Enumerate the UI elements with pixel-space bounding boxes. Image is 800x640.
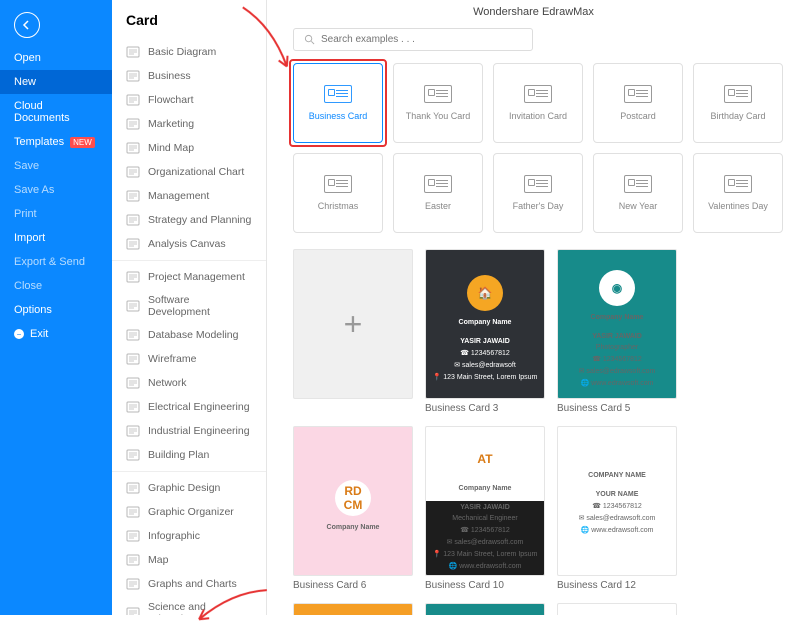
search-input[interactable] [321, 34, 522, 45]
category-item-business[interactable]: Business [112, 64, 266, 88]
card-icon [324, 175, 352, 193]
template-business-card-13[interactable]: Company NameBusiness Card 13 [293, 603, 413, 615]
category-title: Card [112, 0, 266, 36]
card-icon [724, 85, 752, 103]
category-item-graphic-organizer[interactable]: Graphic Organizer [112, 500, 266, 524]
sidebar-item-exit[interactable]: −Exit [0, 322, 112, 346]
card-type-grid: Business CardThank You CardInvitation Ca… [293, 63, 800, 233]
category-item-infographic[interactable]: Infographic [112, 524, 266, 548]
template-label: Business Card 3 [425, 399, 545, 414]
category-item-basic-diagram[interactable]: Basic Diagram [112, 40, 266, 64]
type-card-easter[interactable]: Easter [393, 153, 483, 233]
category-item-strategy-and-planning[interactable]: Strategy and Planning [112, 208, 266, 232]
new-badge: NEW [70, 137, 95, 148]
card-icon [724, 175, 752, 193]
card-icon [524, 85, 552, 103]
main-content: Wondershare EdrawMax Business CardThank … [267, 0, 800, 615]
template-business-card-5[interactable]: ◉Company NameYASIR JAWAIDPhotographer☎ 1… [557, 249, 677, 414]
type-card-new-year[interactable]: New Year [593, 153, 683, 233]
category-item-mind-map[interactable]: Mind Map [112, 136, 266, 160]
category-item-network[interactable]: Network [112, 371, 266, 395]
category-item-database-modeling[interactable]: Database Modeling [112, 323, 266, 347]
type-card-postcard[interactable]: Postcard [593, 63, 683, 143]
category-item-building-plan[interactable]: Building Plan [112, 443, 266, 467]
template-label: Business Card 10 [425, 576, 545, 591]
category-item-graphs-and-charts[interactable]: Graphs and Charts [112, 572, 266, 596]
category-item-software-development[interactable]: Software Development [112, 289, 266, 323]
sidebar-item-open[interactable]: Open [0, 46, 112, 70]
template-business-card-10[interactable]: ATCompany NameYASIR JAWAIDMechanical Eng… [425, 426, 545, 591]
type-card-business-card[interactable]: Business Card [293, 63, 383, 143]
category-item-graphic-design[interactable]: Graphic Design [112, 476, 266, 500]
type-card-valentines-day[interactable]: Valentines Day [693, 153, 783, 233]
sidebar-item-print[interactable]: Print [0, 202, 112, 226]
template-grid: + 🏠Company NameYASIR JAWAID☎ 1234567812✉ … [293, 249, 800, 615]
category-item-industrial-engineering[interactable]: Industrial Engineering [112, 419, 266, 443]
sidebar-item-save-as[interactable]: Save As [0, 178, 112, 202]
app-title: Wondershare EdrawMax [267, 0, 800, 24]
category-item-science-and-education[interactable]: Science and Education [112, 596, 266, 615]
sidebar-item-new[interactable]: New [0, 70, 112, 94]
category-item-marketing[interactable]: Marketing [112, 112, 266, 136]
template-label: Business Card 5 [557, 399, 677, 414]
card-icon [324, 85, 352, 103]
card-icon [424, 85, 452, 103]
type-card-father's-day[interactable]: Father's Day [493, 153, 583, 233]
category-item-organizational-chart[interactable]: Organizational Chart [112, 160, 266, 184]
sidebar-item-export-&-send[interactable]: Export & Send [0, 250, 112, 274]
template-label: Business Card 12 [557, 576, 677, 591]
category-column: Card Basic DiagramBusinessFlowchartMarke… [112, 0, 267, 615]
card-icon [624, 175, 652, 193]
category-item-electrical-engineering[interactable]: Electrical Engineering [112, 395, 266, 419]
template-business-card-3[interactable]: 🏠Company NameYASIR JAWAID☎ 1234567812✉ s… [425, 249, 545, 414]
sidebar-item-options[interactable]: Options [0, 298, 112, 322]
template-label: Business Card 6 [293, 576, 413, 591]
category-item-project-management[interactable]: Project Management [112, 265, 266, 289]
plus-icon: + [344, 306, 363, 343]
template-blank[interactable]: Business Name [557, 603, 677, 615]
type-card-birthday-card[interactable]: Birthday Card [693, 63, 783, 143]
card-icon [624, 85, 652, 103]
card-icon [424, 175, 452, 193]
file-menu-sidebar: OpenNewCloud DocumentsTemplatesNEWSaveSa… [0, 0, 112, 615]
card-icon [524, 175, 552, 193]
category-item-analysis-canvas[interactable]: Analysis Canvas [112, 232, 266, 256]
category-item-flowchart[interactable]: Flowchart [112, 88, 266, 112]
template-blank[interactable]: + [293, 249, 413, 414]
back-button[interactable] [14, 12, 40, 38]
type-card-thank-you-card[interactable]: Thank You Card [393, 63, 483, 143]
template-business-card-12[interactable]: COMPANY NAMEYOUR NAME☎ 1234567812✉ sales… [557, 426, 677, 591]
category-item-map[interactable]: Map [112, 548, 266, 572]
template-business-card-14[interactable]: ◉COMPANY NAMEBusiness Card 14 [425, 603, 545, 615]
sidebar-item-cloud-documents[interactable]: Cloud Documents [0, 94, 112, 130]
search-box[interactable] [293, 28, 533, 51]
category-item-management[interactable]: Management [112, 184, 266, 208]
sidebar-item-close[interactable]: Close [0, 274, 112, 298]
sidebar-item-save[interactable]: Save [0, 154, 112, 178]
sidebar-item-import[interactable]: Import [0, 226, 112, 250]
category-item-wireframe[interactable]: Wireframe [112, 347, 266, 371]
type-card-invitation-card[interactable]: Invitation Card [493, 63, 583, 143]
type-card-christmas[interactable]: Christmas [293, 153, 383, 233]
template-business-card-6[interactable]: RD CMCompany NameBusiness Card 6 [293, 426, 413, 591]
search-icon [304, 34, 315, 45]
sidebar-item-templates[interactable]: TemplatesNEW [0, 130, 112, 154]
